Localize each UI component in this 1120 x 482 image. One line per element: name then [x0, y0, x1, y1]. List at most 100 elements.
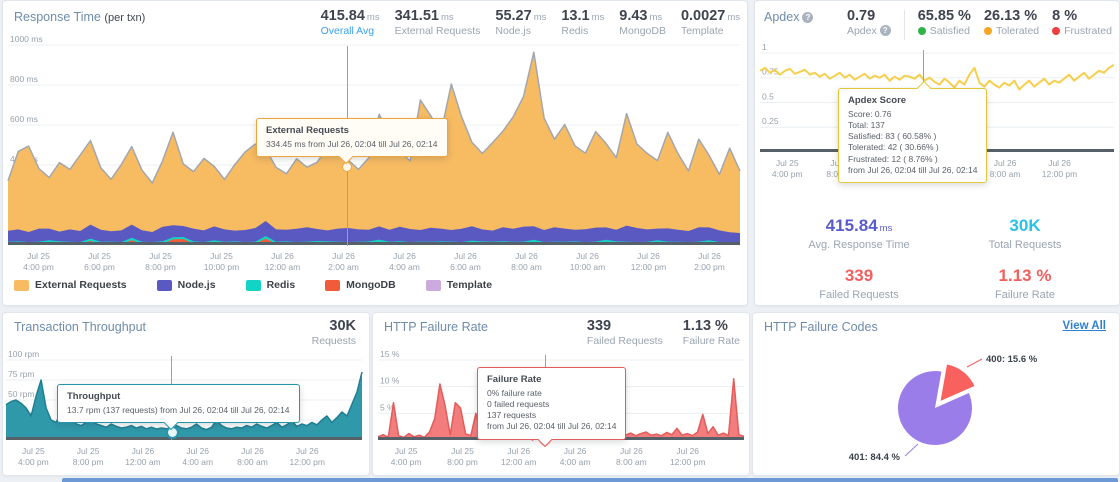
failure-codes-title: HTTP Failure Codes — [764, 320, 878, 334]
x-tick-label: Jul 26 — [620, 446, 643, 456]
legend-label: Template — [447, 279, 492, 291]
apdex-stats: 0.79 Apdex? 65.85 % Satisfied 26.13 % To… — [847, 8, 1112, 40]
x-tick-label: Jul 26 — [515, 251, 538, 261]
apdex-title-text: Apdex — [764, 10, 799, 24]
next-row-edge — [62, 478, 1118, 482]
tooltip-title: Failure Rate — [487, 374, 616, 386]
response-time-title-text: Response Time — [14, 10, 101, 24]
y-tick-label: 15 % — [380, 349, 400, 359]
y-tick-label: 600 ms — [10, 114, 38, 124]
x-tick-label: Jul 26 — [698, 251, 721, 261]
stat-redis: 13.1ms Redis — [561, 8, 604, 37]
x-tick-label: 4:00 pm — [772, 169, 803, 179]
y-tick-label: 1000 ms — [10, 34, 43, 44]
x-tick-label: 12:00 pm — [670, 457, 705, 467]
y-tick-label: 10 % — [380, 376, 400, 386]
frustrated-dot-icon — [1052, 27, 1060, 35]
failure-codes-pie-chart[interactable]: 400: 15.6 %401: 84.4 % — [754, 336, 1118, 476]
legend-item-template[interactable]: Template — [426, 279, 492, 291]
y-tick-label: 100 rpm — [8, 349, 39, 359]
x-tick-label: 8:00 am — [990, 169, 1021, 179]
x-tick-label: Jul 25 — [776, 158, 799, 168]
x-tick-label: Jul 26 — [241, 446, 264, 456]
y-tick-label: 0.5 — [762, 91, 774, 101]
x-tick-label: 8:00 pm — [145, 262, 176, 272]
stat-frustrated: 8 % Frustrated — [1052, 8, 1112, 40]
hover-marker — [342, 162, 352, 172]
response-time-chart[interactable]: 1000 ms800 ms600 ms400 ms200 msJul 254:0… — [8, 45, 740, 277]
tooltip-body: 13.7 rpm (137 requests) from Jul 26, 02:… — [67, 405, 290, 416]
x-tick-label: 12:00 pm — [290, 457, 325, 467]
y-tick-label: 800 ms — [10, 74, 38, 84]
stat-total-requests: 30K Total Requests — [950, 216, 1100, 251]
x-tick-label: Jul 26 — [1048, 158, 1071, 168]
stat-satisfied: 65.85 % Satisfied — [918, 8, 971, 40]
legend-swatch-icon — [14, 280, 29, 291]
x-tick-label: 8:00 am — [616, 457, 647, 467]
stat-failed-requests: 339 Failed Requests — [774, 266, 944, 301]
legend-item-external-requests[interactable]: External Requests — [14, 279, 127, 291]
tooltip-line: from Jul 26, 02:04 till Jul 26, 02:14 — [487, 421, 616, 432]
view-all-link[interactable]: View All — [1063, 320, 1106, 332]
x-tick-label: 12:00 am — [501, 457, 536, 467]
stat-template: 0.0027ms Template — [681, 8, 740, 37]
y-tick-label: 1 — [762, 42, 767, 52]
x-tick-label: 10:00 am — [570, 262, 605, 272]
tooltip-title: Throughput — [67, 391, 290, 403]
x-tick-label: 4:00 pm — [18, 457, 49, 467]
x-tick-label: Jul 25 — [27, 251, 50, 261]
x-tick-label: 4:00 pm — [23, 262, 54, 272]
x-tick-label: 4:00 pm — [391, 457, 422, 467]
legend-swatch-icon — [426, 280, 441, 291]
x-tick-label: 6:00 pm — [84, 262, 115, 272]
help-icon[interactable]: ? — [802, 12, 813, 23]
x-tick-label: Jul 26 — [676, 446, 699, 456]
x-tick-label: Jul 26 — [507, 446, 530, 456]
legend-item-redis[interactable]: Redis — [246, 279, 296, 291]
x-tick-label: 6:00 am — [450, 262, 481, 272]
pie-leader-line — [967, 359, 982, 367]
x-tick-label: 12:00 pm — [631, 262, 666, 272]
tooltip-line: 0 failed requests — [487, 399, 616, 410]
stat-nodejs: 55.27ms Node.js — [495, 8, 546, 37]
x-tick-label: Jul 25 — [22, 446, 45, 456]
x-tick-label: Jul 26 — [564, 446, 587, 456]
x-tick-label: Jul 26 — [994, 158, 1017, 168]
x-tick-label: Jul 25 — [88, 251, 111, 261]
x-tick-label: 8:00 am — [511, 262, 542, 272]
tooltip-line: 137 requests — [487, 410, 616, 421]
tooltip-line: Satisfied: 83 ( 60.58% ) — [848, 131, 977, 142]
x-tick-label: 4:00 am — [182, 457, 213, 467]
legend-item-node-js[interactable]: Node.js — [157, 279, 216, 291]
y-tick-label: 50 rpm — [8, 389, 34, 399]
throughput-tooltip: Throughput 13.7 rpm (137 requests) from … — [57, 384, 300, 423]
tooltip-line: Frustrated: 12 ( 8.76% ) — [848, 154, 977, 165]
x-tick-label: Jul 25 — [149, 251, 172, 261]
stat-failure-rate: 1.13 % Failure Rate — [950, 266, 1100, 301]
x-tick-label: Jul 26 — [637, 251, 660, 261]
x-tick-label: 8:00 pm — [447, 457, 478, 467]
tooltip-line: 0% failure rate — [487, 388, 616, 399]
x-tick-label: 10:00 pm — [204, 262, 239, 272]
x-tick-label: 12:00 pm — [1042, 169, 1077, 179]
legend-label: Node.js — [178, 279, 216, 291]
tooltip-line: Tolerated: 42 ( 30.66% ) — [848, 142, 977, 153]
x-tick-label: Jul 25 — [77, 446, 100, 456]
failure-rate-tooltip: Failure Rate 0% failure rate 0 failed re… — [477, 367, 626, 440]
stat-failure-rate: 1.13 % Failure Rate — [683, 318, 740, 347]
x-tick-label: Jul 26 — [271, 251, 294, 261]
y-tick-label: 75 rpm — [8, 369, 34, 379]
x-tick-label: Jul 26 — [393, 251, 416, 261]
legend-swatch-icon — [246, 280, 261, 291]
stat-requests: 30K Requests — [312, 318, 356, 347]
x-tick-label: 4:00 am — [560, 457, 591, 467]
stat-avg-response-time: 415.84ms Avg. Response Time — [774, 216, 944, 251]
help-icon[interactable]: ? — [880, 25, 891, 36]
x-tick-label: Jul 26 — [332, 251, 355, 261]
stat-failed-requests: 339 Failed Requests — [587, 318, 663, 347]
x-tick-label: Jul 25 — [451, 446, 474, 456]
x-tick-label: 8:00 pm — [73, 457, 104, 467]
legend-item-mongodb[interactable]: MongoDB — [325, 279, 396, 291]
tolerated-dot-icon — [984, 27, 992, 35]
stat-overall-avg: 415.84ms Overall Avg — [321, 8, 380, 37]
